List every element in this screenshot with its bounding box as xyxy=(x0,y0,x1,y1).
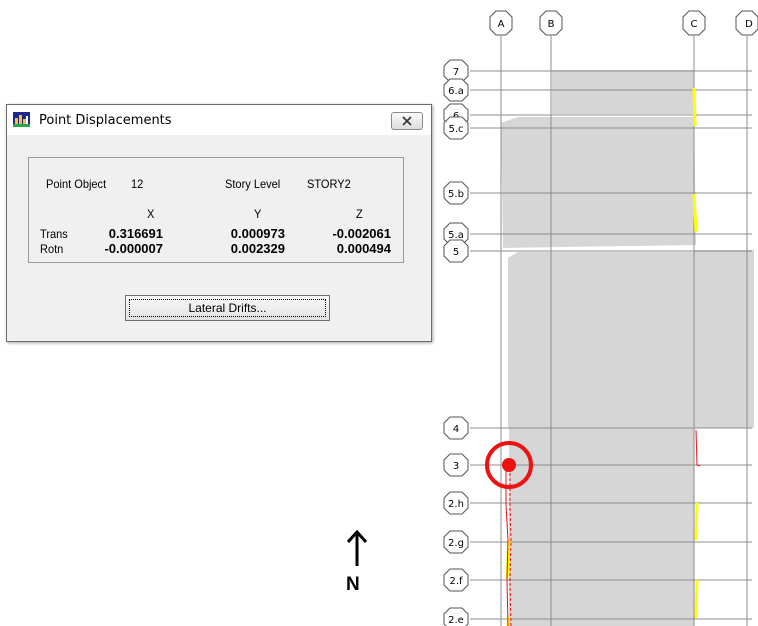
grid-bubble-3[interactable]: 3 xyxy=(443,453,469,477)
grid-bubble-label: 5.a xyxy=(448,230,464,241)
grid-bubble-c[interactable]: C xyxy=(682,10,706,36)
story-level-label: Story Level xyxy=(225,177,281,191)
grid-bubble-b[interactable]: B xyxy=(539,10,563,36)
trans-x-value: 0.316691 xyxy=(108,226,163,241)
dialog-titlebar[interactable]: Point Displacements xyxy=(7,105,431,135)
close-icon xyxy=(402,116,412,126)
column-header-z: Z xyxy=(356,207,363,221)
selected-point-dot xyxy=(502,458,516,472)
rotn-y-value: 0.002329 xyxy=(230,241,285,256)
grid-bubble-label: C xyxy=(691,19,698,30)
column-bubbles: A B C D xyxy=(489,10,758,36)
grid-bubble-2e[interactable]: 2.e xyxy=(443,607,469,626)
grid-bubble-2g[interactable]: 2.g xyxy=(443,530,469,554)
slab-area xyxy=(694,250,754,428)
story-level-value: STORY2 xyxy=(307,177,351,191)
trans-z-value: -0.002061 xyxy=(332,226,391,241)
grid-bubble-label: 3 xyxy=(453,461,459,472)
grid-bubble-5c[interactable]: 5.c xyxy=(443,116,469,140)
deflection-line xyxy=(695,429,701,467)
grid-bubble-label: 2.h xyxy=(448,499,464,510)
rotn-z-value: 0.000494 xyxy=(336,241,391,256)
trans-y-value: 0.000973 xyxy=(230,226,285,241)
point-object-value: 12 xyxy=(131,177,144,191)
row-label-rotn: Rotn xyxy=(40,242,64,256)
grid-bubble-4[interactable]: 4 xyxy=(443,416,469,440)
rotn-x-value: -0.000007 xyxy=(104,241,163,256)
slab-area xyxy=(501,117,696,248)
point-displacements-dialog[interactable]: Point Displacements Point Object 12 Stor… xyxy=(6,104,432,342)
grid-bubble-2f[interactable]: 2.f xyxy=(443,568,469,592)
grid-bubble-label: 6.a xyxy=(448,86,464,97)
row-bubbles: 7 6.a 6 5.c 5.b 5.a 5 4 3 2.h 2.g 2.f 2.… xyxy=(443,59,469,626)
grid-bubble-2h[interactable]: 2.h xyxy=(443,491,469,515)
dialog-body: Point Object 12 Story Level STORY2 X Y Z… xyxy=(7,135,431,341)
grid-bubble-label: 5.b xyxy=(448,189,464,200)
grid-bubble-a[interactable]: A xyxy=(489,10,513,36)
dialog-title: Point Displacements xyxy=(39,113,172,128)
grid-bubble-6a[interactable]: 6.a xyxy=(443,78,469,102)
etabs-app-icon xyxy=(13,112,30,127)
grid-bubble-5b[interactable]: 5.b xyxy=(443,181,469,205)
highlighted-wall xyxy=(694,579,699,619)
displacement-group: Point Object 12 Story Level STORY2 X Y Z… xyxy=(28,157,404,263)
column-header-y: Y xyxy=(254,207,262,221)
slab-area xyxy=(509,428,694,626)
grid-bubble-label: B xyxy=(548,19,555,30)
grid-bubble-label: 5 xyxy=(453,247,459,258)
grid-bubble-label: 2.g xyxy=(448,538,464,549)
grid-bubble-label: A xyxy=(498,19,505,30)
grid-bubble-label: 5.c xyxy=(448,124,463,135)
highlighted-wall xyxy=(694,502,699,541)
deflection-line xyxy=(505,468,509,626)
grid-bubble-label: 2.f xyxy=(449,576,463,587)
highlighted-wall xyxy=(692,193,698,233)
slab-areas xyxy=(501,70,754,626)
slab-area xyxy=(508,252,694,428)
grid-bubble-5[interactable]: 5 xyxy=(443,239,469,263)
grid-bubble-label: D xyxy=(745,19,753,30)
close-button[interactable] xyxy=(391,112,423,130)
grid-bubble-label: 7 xyxy=(453,67,459,78)
column-header-x: X xyxy=(147,207,155,221)
grid-bubble-label: 2.e xyxy=(448,615,464,626)
lateral-drifts-button[interactable]: Lateral Drifts... xyxy=(125,295,330,321)
grid-bubble-label: 4 xyxy=(453,424,459,435)
slab-area xyxy=(552,70,694,114)
row-label-trans: Trans xyxy=(40,227,68,241)
point-object-label: Point Object xyxy=(46,177,107,191)
highlighted-wall xyxy=(692,87,697,127)
north-label: N xyxy=(346,574,360,595)
grid-bubble-d[interactable]: D xyxy=(735,10,758,36)
